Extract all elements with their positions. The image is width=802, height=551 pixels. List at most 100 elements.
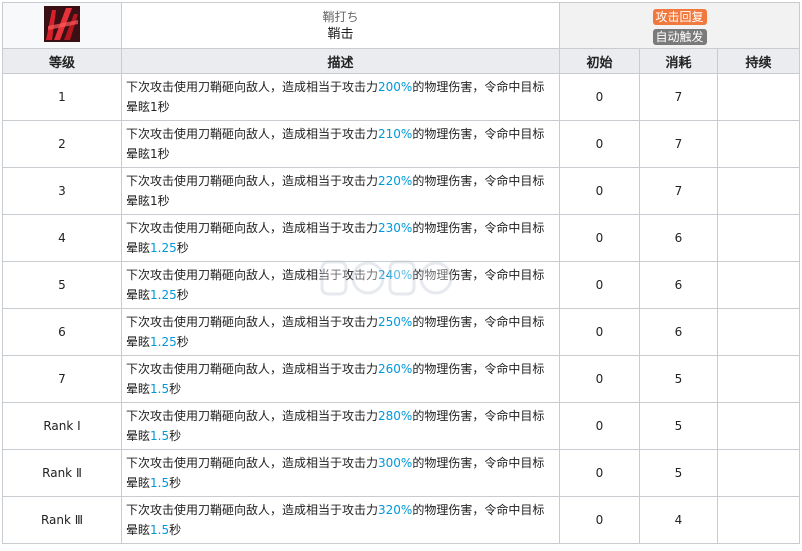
table-row: 2 下次攻击使用刀鞘砸向敌人，造成相当于攻击力210%的物理伤害，令命中目标晕眩1… xyxy=(2,120,801,168)
duration-cell xyxy=(716,402,801,450)
column-header-initial: 初始 xyxy=(559,48,640,74)
table-row: 3 下次攻击使用刀鞘砸向敌人，造成相当于攻击力220%的物理伤害，令命中目标晕眩1… xyxy=(2,167,801,215)
skill-icon-cell xyxy=(2,2,122,49)
level-cell: 4 xyxy=(2,214,122,262)
damage-percent: 240% xyxy=(378,268,413,282)
desc-text-pre: 下次攻击使用刀鞘砸向敌人，造成相当于攻击力 xyxy=(126,456,379,470)
duration-cell xyxy=(716,73,801,121)
initial-sp-cell: 0 xyxy=(559,261,640,309)
column-header-desc: 描述 xyxy=(121,48,560,74)
stun-seconds: 1.25 xyxy=(150,288,177,302)
initial-sp-cell: 0 xyxy=(559,120,640,168)
skill-table: 鞘打ち 鞘击 攻击回复 自动触发 等级 描述 初始 消耗 持续 1 下次攻击使用刀… xyxy=(2,2,801,544)
desc-text-post: 秒 xyxy=(176,335,189,349)
sp-cost-cell: 5 xyxy=(639,355,718,403)
desc-text-pre: 下次攻击使用刀鞘砸向敌人，造成相当于攻击力 xyxy=(126,174,379,188)
level-cell: 5 xyxy=(2,261,122,309)
level-rows: 1 下次攻击使用刀鞘砸向敌人，造成相当于攻击力200%的物理伤害，令命中目标晕眩1… xyxy=(2,73,801,544)
level-cell: 6 xyxy=(2,308,122,356)
table-row: Rank Ⅱ 下次攻击使用刀鞘砸向敌人，造成相当于攻击力300%的物理伤害，令命中… xyxy=(2,449,801,497)
column-header-cost: 消耗 xyxy=(639,48,718,74)
trigger-type-tag: 自动触发 xyxy=(652,28,707,45)
level-cell: Rank Ⅲ xyxy=(2,496,122,544)
sp-recovery-tag: 攻击回复 xyxy=(652,8,707,25)
stun-seconds: 1.25 xyxy=(150,335,177,349)
duration-cell xyxy=(716,214,801,262)
skill-name-jp: 鞘打ち xyxy=(322,9,359,24)
sp-cost-cell: 6 xyxy=(639,214,718,262)
initial-sp-cell: 0 xyxy=(559,449,640,497)
damage-percent: 230% xyxy=(378,221,413,235)
description-cell: 下次攻击使用刀鞘砸向敌人，造成相当于攻击力300%的物理伤害，令命中目标晕眩1.… xyxy=(121,449,560,497)
damage-percent: 300% xyxy=(378,456,413,470)
level-cell: 1 xyxy=(2,73,122,121)
duration-cell xyxy=(716,355,801,403)
sp-cost-cell: 7 xyxy=(639,167,718,215)
description-cell: 下次攻击使用刀鞘砸向敌人，造成相当于攻击力240%的物理伤害，令命中目标晕眩1.… xyxy=(121,261,560,309)
damage-percent: 200% xyxy=(378,80,413,94)
desc-text-post: 秒 xyxy=(169,476,182,490)
level-cell: Rank Ⅱ xyxy=(2,449,122,497)
sp-cost-cell: 6 xyxy=(639,308,718,356)
description-cell: 下次攻击使用刀鞘砸向敌人，造成相当于攻击力320%的物理伤害，令命中目标晕眩1.… xyxy=(121,496,560,544)
sp-cost-cell: 6 xyxy=(639,261,718,309)
damage-percent: 250% xyxy=(378,315,413,329)
duration-cell xyxy=(716,120,801,168)
damage-percent: 280% xyxy=(378,409,413,423)
description-cell: 下次攻击使用刀鞘砸向敌人，造成相当于攻击力280%的物理伤害，令命中目标晕眩1.… xyxy=(121,402,560,450)
description-cell: 下次攻击使用刀鞘砸向敌人，造成相当于攻击力230%的物理伤害，令命中目标晕眩1.… xyxy=(121,214,560,262)
skill-name-cell: 鞘打ち 鞘击 xyxy=(121,2,560,49)
level-cell: Rank Ⅰ xyxy=(2,402,122,450)
table-row: Rank Ⅲ 下次攻击使用刀鞘砸向敌人，造成相当于攻击力320%的物理伤害，令命中… xyxy=(2,496,801,544)
skill-header-row: 鞘打ち 鞘击 攻击回复 自动触发 xyxy=(2,2,801,49)
duration-cell xyxy=(716,308,801,356)
initial-sp-cell: 0 xyxy=(559,214,640,262)
desc-text-pre: 下次攻击使用刀鞘砸向敌人，造成相当于攻击力 xyxy=(126,268,379,282)
desc-text-post: 秒 xyxy=(169,523,182,537)
desc-text-pre: 下次攻击使用刀鞘砸向敌人，造成相当于攻击力 xyxy=(126,80,379,94)
stun-seconds: 1.5 xyxy=(150,429,170,443)
level-cell: 2 xyxy=(2,120,122,168)
desc-text-post: 秒 xyxy=(176,241,189,255)
desc-text-pre: 下次攻击使用刀鞘砸向敌人，造成相当于攻击力 xyxy=(126,362,379,376)
initial-sp-cell: 0 xyxy=(559,496,640,544)
skill-tags-cell: 攻击回复 自动触发 xyxy=(558,2,801,49)
skill-name-cn: 鞘击 xyxy=(327,26,354,42)
initial-sp-cell: 0 xyxy=(559,308,640,356)
duration-cell xyxy=(716,167,801,215)
stun-seconds: 1 xyxy=(150,100,158,114)
desc-text-post: 秒 xyxy=(157,147,170,161)
description-cell: 下次攻击使用刀鞘砸向敌人，造成相当于攻击力250%的物理伤害，令命中目标晕眩1.… xyxy=(121,308,560,356)
duration-cell xyxy=(716,261,801,309)
desc-text-post: 秒 xyxy=(169,429,182,443)
sp-cost-cell: 7 xyxy=(639,120,718,168)
column-header-duration: 持续 xyxy=(716,48,801,74)
desc-text-post: 秒 xyxy=(169,382,182,396)
description-cell: 下次攻击使用刀鞘砸向敌人，造成相当于攻击力260%的物理伤害，令命中目标晕眩1.… xyxy=(121,355,560,403)
sp-cost-cell: 7 xyxy=(639,73,718,121)
stun-seconds: 1.5 xyxy=(150,523,170,537)
description-cell: 下次攻击使用刀鞘砸向敌人，造成相当于攻击力200%的物理伤害，令命中目标晕眩1秒 xyxy=(121,73,560,121)
table-row: 7 下次攻击使用刀鞘砸向敌人，造成相当于攻击力260%的物理伤害，令命中目标晕眩1… xyxy=(2,355,801,403)
damage-percent: 210% xyxy=(378,127,413,141)
initial-sp-cell: 0 xyxy=(559,167,640,215)
desc-text-post: 秒 xyxy=(176,288,189,302)
duration-cell xyxy=(716,496,801,544)
column-header-row: 等级 描述 初始 消耗 持续 xyxy=(2,48,801,74)
stun-seconds: 1.5 xyxy=(150,476,170,490)
stun-seconds: 1.25 xyxy=(150,241,177,255)
damage-percent: 320% xyxy=(378,503,413,517)
initial-sp-cell: 0 xyxy=(559,402,640,450)
initial-sp-cell: 0 xyxy=(559,355,640,403)
sp-cost-cell: 5 xyxy=(639,449,718,497)
desc-text-post: 秒 xyxy=(157,100,170,114)
stun-seconds: 1 xyxy=(150,147,158,161)
table-row: 4 下次攻击使用刀鞘砸向敌人，造成相当于攻击力230%的物理伤害，令命中目标晕眩1… xyxy=(2,214,801,262)
stun-seconds: 1.5 xyxy=(150,382,170,396)
stun-seconds: 1 xyxy=(150,194,158,208)
desc-text-pre: 下次攻击使用刀鞘砸向敌人，造成相当于攻击力 xyxy=(126,127,379,141)
level-cell: 3 xyxy=(2,167,122,215)
desc-text-pre: 下次攻击使用刀鞘砸向敌人，造成相当于攻击力 xyxy=(126,221,379,235)
duration-cell xyxy=(716,449,801,497)
skill-page: 鞘打ち 鞘击 攻击回复 自动触发 等级 描述 初始 消耗 持续 1 下次攻击使用刀… xyxy=(0,0,802,551)
